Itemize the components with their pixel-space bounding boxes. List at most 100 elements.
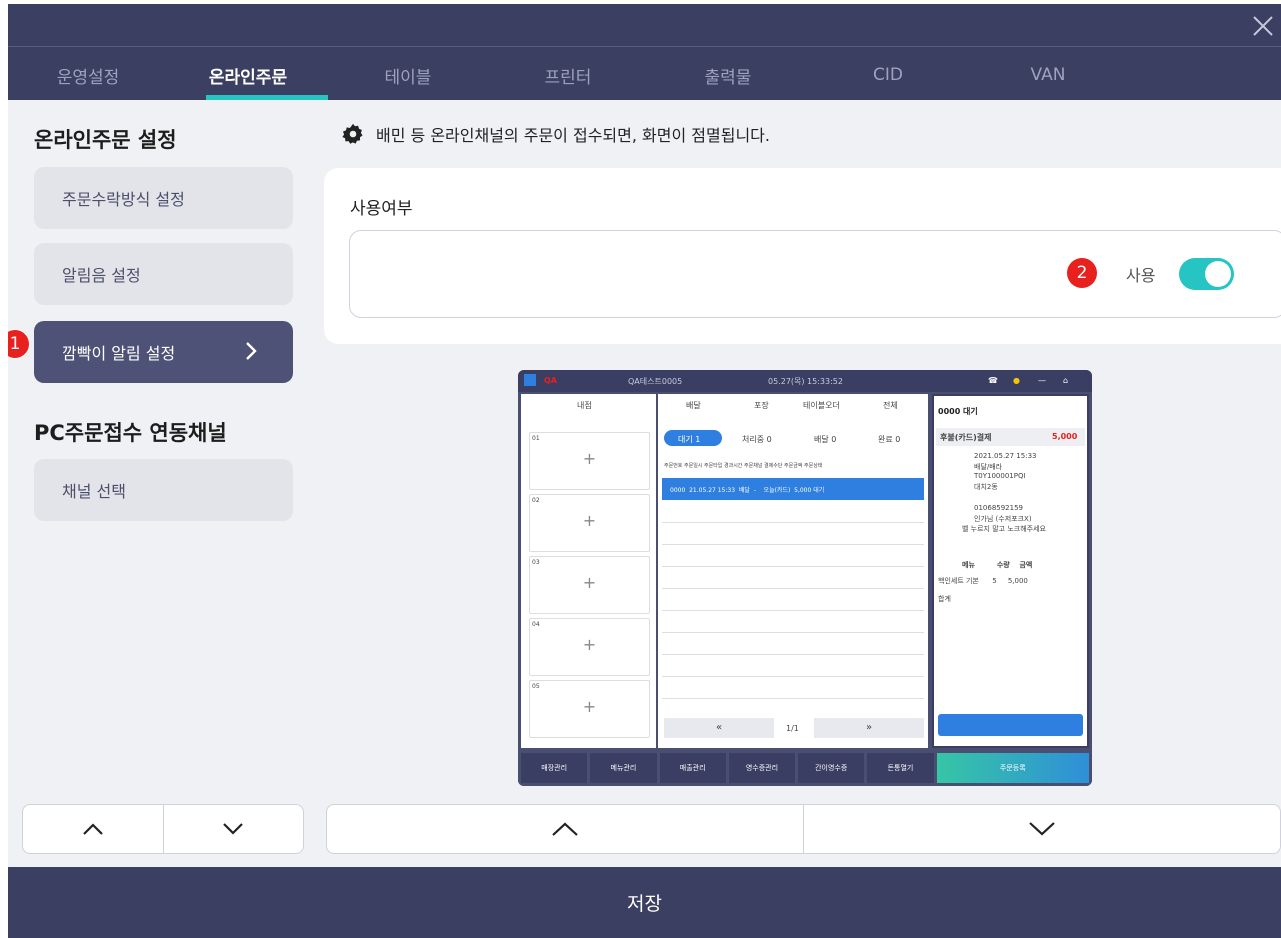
sidebar-item-label: 채널 선택 [62, 482, 126, 501]
preview-status: 대기 1 [678, 435, 701, 444]
use-toggle[interactable] [1179, 258, 1234, 290]
sidebar-item-notification-sound[interactable]: 알림음 설정 [34, 243, 293, 305]
chevron-up-icon [82, 823, 103, 835]
content-scroll-up-button[interactable] [327, 805, 804, 853]
preview-menu-item: 핵인세트 기본 5 5,000 [938, 577, 1028, 585]
pc-channel-title: PC주문접수 연동채널 [34, 421, 227, 445]
bell-icon: ● [1013, 376, 1020, 385]
preview-bottom-button: 메뉴관리 [590, 753, 657, 783]
preview-detail: 01068592159 [974, 504, 1023, 512]
preview-bottom-button: 매장관리 [521, 753, 588, 783]
preview-next-button: » [814, 718, 924, 738]
preview-order-list: 배달 포장 테이블오더 전체 대기 1 처리중 0 배달 0 완료 0 주문번호… [658, 394, 928, 748]
tab-printer[interactable]: 프린터 [488, 50, 648, 100]
preview-tab: 전체 [883, 401, 898, 410]
preview-bottom-button: 매출관리 [659, 753, 726, 783]
preview-tab: 포장 [754, 401, 769, 410]
sidebar-item-label: 알림음 설정 [62, 266, 141, 285]
sidebar-scroll-controls [22, 804, 304, 854]
content-scroll-down-button[interactable] [804, 805, 1280, 853]
close-icon[interactable] [1247, 10, 1277, 40]
save-button[interactable]: 저장 [8, 867, 1281, 938]
minimize-icon: — [1038, 376, 1046, 385]
preview-total: 합계 [938, 595, 951, 603]
preview-row-line [662, 544, 924, 545]
header-bar: 운영설정 온라인주문 테이블 프린터 출력물 CID VAN [8, 4, 1281, 100]
step-badge: 2 [1067, 258, 1097, 288]
settings-tabs: 운영설정 온라인주문 테이블 프린터 출력물 CID VAN [8, 50, 1281, 100]
usage-card: 사용여부 2 사용 [324, 168, 1281, 344]
sidebar-item-order-accept[interactable]: 주문수락방식 설정 [34, 167, 293, 229]
phone-icon: ☎ [988, 376, 998, 385]
sidebar-item-label: 주문수락방식 설정 [62, 190, 185, 209]
tab-van[interactable]: VAN [968, 50, 1128, 100]
chevron-down-icon [1029, 822, 1055, 836]
preview-slot: 04 + [529, 618, 650, 676]
preview-tab: 배달 [686, 401, 701, 410]
preview-payment: 후불(카드)결제 [940, 433, 992, 442]
description: 배민 등 온라인채널의 주문이 접수되면, 화면이 점멸됩니다. [342, 122, 770, 146]
preview-columns: 주문번호 주문일시 주문타입 경과시간 주문채널 결제수단 주문금액 주문상태 [664, 463, 823, 469]
preview-order-detail: 0000 대기 후불(카드)결제 5,000 2021.05.27 15:33 … [932, 394, 1089, 748]
tab-table[interactable]: 테이블 [328, 50, 488, 100]
preview-store: QA [544, 376, 557, 385]
preview-detail: 2021.05.27 15:33 [974, 452, 1037, 460]
preview-row-line [662, 588, 924, 589]
preview-row-line [662, 654, 924, 655]
preview-row-line [662, 676, 924, 677]
preview-bottom-button: 간이영수증 [798, 753, 865, 783]
preview-bottom-button: 영수증관리 [728, 753, 796, 783]
toggle-label: 사용 [1126, 266, 1156, 285]
toggle-knob [1205, 261, 1231, 287]
preview-order-title: 0000 대기 [938, 407, 978, 416]
sidebar-item-channel-select[interactable]: 채널 선택 [34, 459, 293, 521]
preview-prev-button: « [664, 718, 774, 738]
header-divider [8, 46, 1281, 47]
sidebar-scroll-down-button[interactable] [164, 805, 304, 853]
tab-output[interactable]: 출력물 [648, 50, 808, 100]
preview-accept-button [938, 714, 1083, 736]
gear-icon [342, 123, 363, 144]
sidebar-item-blink-alert[interactable]: 깜빡이 알림 설정 [34, 321, 293, 383]
preview-slot: 03 + [529, 556, 650, 614]
preview-slot: 01 + [529, 432, 650, 490]
preview-bottom-button: 돈통열기 [867, 753, 934, 783]
preview-detail: T0Y100001PQI [974, 472, 1026, 480]
tab-online-order[interactable]: 온라인주문 [168, 50, 328, 100]
preview-slot: 02 + [529, 494, 650, 552]
menu-icon [524, 374, 536, 386]
chevron-up-icon [552, 822, 578, 836]
chevron-down-icon [223, 823, 244, 835]
preview-slot: 05 + [529, 680, 650, 738]
chevron-right-icon [246, 342, 257, 360]
preview-row-line [662, 522, 924, 523]
preview-bottom-button: 주문등록 [936, 753, 1089, 783]
content-scroll-controls [326, 804, 1281, 854]
preview-row: 0000 21.05.27 15:33 배달 - 오늘(카드) 5,000 대기 [670, 487, 825, 494]
preview-row-line [662, 566, 924, 567]
preview-status: 완료 0 [878, 435, 901, 444]
step-badge: 1 [8, 329, 30, 359]
tab-cid[interactable]: CID [808, 50, 968, 100]
preview-row-line [662, 610, 924, 611]
preview-left-header: 내점 [577, 401, 592, 410]
preview-bottom-bar: 매장관리 메뉴관리 매출관리 영수증관리 간이영수증 돈통열기 주문등록 [518, 750, 1092, 786]
preview-store-name: QA테스트0005 [628, 377, 683, 386]
preview-amount: 5,000 [1052, 432, 1078, 441]
preview-header: QA QA테스트0005 05.27(목) 15:33:52 ☎ ● — ⌂ [518, 370, 1092, 392]
sidebar-scroll-up-button[interactable] [23, 805, 164, 853]
description-text: 배민 등 온라인채널의 주문이 접수되면, 화면이 점멸됩니다. [376, 126, 770, 145]
preview-detail: 배달/배라 [974, 463, 1003, 471]
usage-box: 2 사용 [349, 230, 1281, 318]
preview-dine-in-panel: 내점 01 + 02 + 03 + 04 + 05 + [521, 394, 656, 748]
preview-detail: 인가님 (수저포크X) [974, 515, 1032, 523]
home-icon: ⌂ [1063, 376, 1069, 385]
preview-tab: 테이블오더 [803, 401, 840, 410]
settings-window: 운영설정 온라인주문 테이블 프린터 출력물 CID VAN 온라인주문 설정 … [8, 4, 1281, 938]
tab-operation[interactable]: 운영설정 [8, 50, 168, 100]
preview-row-line [662, 632, 924, 633]
preview-status: 배달 0 [814, 435, 837, 444]
online-order-settings-title: 온라인주문 설정 [34, 128, 177, 152]
preview-detail: 벨 누르지 말고 노크해주세요 [962, 525, 1046, 533]
preview-detail: 대치2동 [974, 483, 998, 491]
